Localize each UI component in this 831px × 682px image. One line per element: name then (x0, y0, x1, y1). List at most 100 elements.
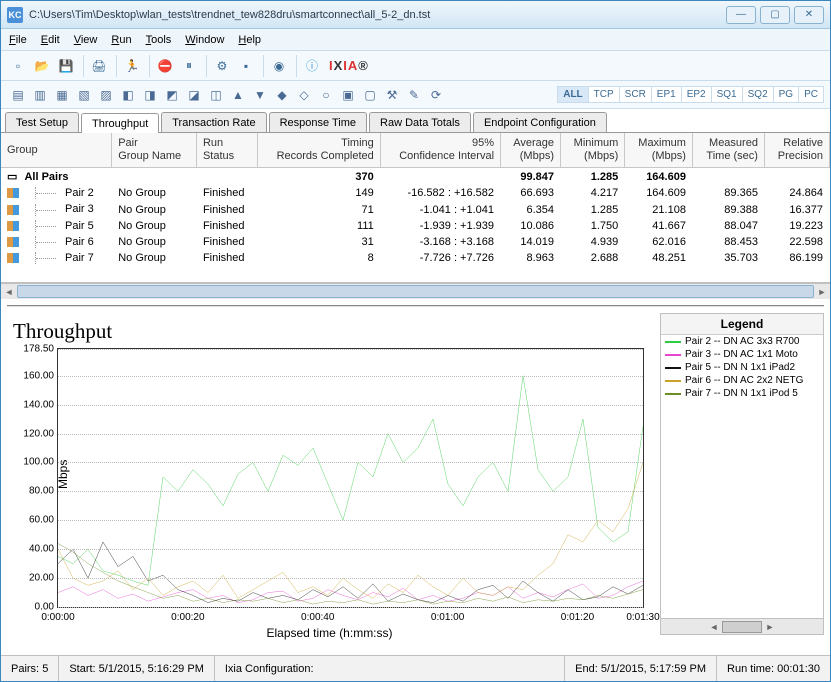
filter-sq1[interactable]: SQ1 (712, 86, 743, 103)
legend-item[interactable]: Pair 6 -- DN AC 2x2 NETG (661, 374, 823, 387)
t2-icon-15[interactable]: ○ (315, 84, 337, 106)
col-header[interactable]: TimingRecords Completed (257, 133, 380, 168)
stopsmall-icon[interactable]: ▪ (235, 55, 257, 77)
t2-icon-19[interactable]: ✎ (403, 84, 425, 106)
x-tick: 0:00:00 (41, 612, 74, 623)
y-tick: 160.00 (14, 370, 54, 381)
close-button[interactable]: ✕ (794, 6, 824, 24)
t2-icon-3[interactable]: ▦ (51, 84, 73, 106)
legend-item[interactable]: Pair 5 -- DN N 1x1 iPad2 (661, 361, 823, 374)
tab-raw-data-totals[interactable]: Raw Data Totals (369, 112, 471, 132)
filter-ep1[interactable]: EP1 (652, 86, 682, 103)
col-header[interactable]: MeasuredTime (sec) (692, 133, 764, 168)
t2-icon-4[interactable]: ▧ (73, 84, 95, 106)
t2-icon-14[interactable]: ◇ (293, 84, 315, 106)
t2-icon-10[interactable]: ◫ (205, 84, 227, 106)
tab-throughput[interactable]: Throughput (81, 113, 159, 133)
menu-help[interactable]: Help (238, 34, 261, 46)
legend-item[interactable]: Pair 3 -- DN AC 1x1 Moto (661, 348, 823, 361)
filter-ep2[interactable]: EP2 (682, 86, 712, 103)
x-tick: 0:00:20 (171, 612, 204, 623)
window-title: C:\Users\Tim\Desktop\wlan_tests\trendnet… (29, 9, 726, 21)
save-icon[interactable]: 💾 (55, 55, 77, 77)
toolbar-primary: ▫ 📂 💾 🖨 🏃 ⛔ ⏸ ⚙ ▪ ◉ ⓘ IXIA® (1, 51, 830, 81)
tab-response-time[interactable]: Response Time (269, 112, 367, 132)
tab-transaction-rate[interactable]: Transaction Rate (161, 112, 266, 132)
chart-canvas[interactable]: Mbps 0.0020.0040.0060.0080.00100.00120.0… (57, 348, 644, 608)
brand-logo: IXIA® (329, 58, 369, 73)
table-row[interactable]: Pair 5No GroupFinished111-1.939 : +1.939… (1, 218, 830, 234)
maximize-button[interactable]: ▢ (760, 6, 790, 24)
stop-icon[interactable]: ⛔ (154, 55, 176, 77)
run-icon[interactable]: 🏃 (121, 55, 143, 77)
filter-pc[interactable]: PC (799, 86, 824, 103)
legend-item[interactable]: Pair 2 -- DN AC 3x3 R700 (661, 335, 823, 348)
t2-icon-17[interactable]: ▢ (359, 84, 381, 106)
menu-edit[interactable]: Edit (41, 34, 60, 46)
x-tick: 0:00:40 (301, 612, 334, 623)
info-icon[interactable]: ⓘ (301, 55, 323, 77)
y-tick: 60.00 (14, 515, 54, 526)
filter-all[interactable]: ALL (557, 86, 588, 103)
t2-icon-11[interactable]: ▲ (227, 84, 249, 106)
t2-icon-5[interactable]: ▨ (95, 84, 117, 106)
table-row[interactable]: Pair 6No GroupFinished31-3.168 : +3.1681… (1, 234, 830, 250)
t2-icon-2[interactable]: ▥ (29, 84, 51, 106)
tab-endpoint-configuration[interactable]: Endpoint Configuration (473, 112, 607, 132)
col-header[interactable]: PairGroup Name (112, 133, 197, 168)
app-icon: KC (7, 7, 23, 23)
col-header[interactable]: RunStatus (196, 133, 257, 168)
filter-scr[interactable]: SCR (620, 86, 652, 103)
print-icon[interactable]: 🖨 (88, 55, 110, 77)
t2-icon-13[interactable]: ◆ (271, 84, 293, 106)
t2-icon-20[interactable]: ⟳ (425, 84, 447, 106)
chart-area: Throughput Mbps 0.0020.0040.0060.0080.00… (7, 313, 656, 635)
t2-icon-12[interactable]: ▼ (249, 84, 271, 106)
filter-pg[interactable]: PG (774, 86, 799, 103)
t2-icon-16[interactable]: ▣ (337, 84, 359, 106)
menu-window[interactable]: Window (185, 34, 224, 46)
status-start: Start: 5/1/2015, 5:16:29 PM (59, 656, 215, 681)
col-header[interactable]: 95%Confidence Interval (380, 133, 500, 168)
legend-scrollbar[interactable]: ◄► (661, 618, 823, 634)
legend-panel: Legend Pair 2 -- DN AC 3x3 R700Pair 3 --… (660, 313, 824, 635)
col-header[interactable]: Group (1, 133, 112, 168)
menu-tools[interactable]: Tools (146, 34, 172, 46)
table-scrollbar[interactable]: ◄► (1, 283, 830, 299)
status-pairs: Pairs: 5 (1, 656, 59, 681)
filter-strip: ALLTCPSCREP1EP2SQ1SQ2PGPC (557, 86, 824, 103)
title-bar: KC C:\Users\Tim\Desktop\wlan_tests\trend… (1, 1, 830, 29)
filter-sq2[interactable]: SQ2 (743, 86, 774, 103)
t2-icon-8[interactable]: ◩ (161, 84, 183, 106)
y-tick: 40.00 (14, 544, 54, 555)
legend-item[interactable]: Pair 7 -- DN N 1x1 iPod 5 (661, 387, 823, 400)
new-icon[interactable]: ▫ (7, 55, 29, 77)
filter-tcp[interactable]: TCP (589, 86, 620, 103)
col-header[interactable]: RelativePrecision (764, 133, 829, 168)
col-header[interactable]: Maximum(Mbps) (625, 133, 693, 168)
col-header[interactable]: Average(Mbps) (501, 133, 561, 168)
table-row[interactable]: Pair 3No GroupFinished71-1.041 : +1.0416… (1, 201, 830, 217)
table-row[interactable]: Pair 7No GroupFinished8-7.726 : +7.7268.… (1, 250, 830, 266)
t2-icon-7[interactable]: ◨ (139, 84, 161, 106)
menu-run[interactable]: Run (111, 34, 131, 46)
open-icon[interactable]: 📂 (31, 55, 53, 77)
tab-test-setup[interactable]: Test Setup (5, 112, 79, 132)
menu-view[interactable]: View (74, 34, 98, 46)
t2-icon-18[interactable]: ⚒ (381, 84, 403, 106)
minimize-button[interactable]: — (726, 6, 756, 24)
legend-header: Legend (661, 314, 823, 335)
t2-icon-6[interactable]: ◧ (117, 84, 139, 106)
y-tick: 0.00 (14, 602, 54, 613)
settings-icon[interactable]: ⚙ (211, 55, 233, 77)
status-end: End: 5/1/2015, 5:17:59 PM (565, 656, 717, 681)
t2-icon-9[interactable]: ◪ (183, 84, 205, 106)
status-runtime: Run time: 00:01:30 (717, 656, 830, 681)
pause-icon[interactable]: ⏸ (178, 55, 200, 77)
table-row[interactable]: Pair 2No GroupFinished149-16.582 : +16.5… (1, 185, 830, 201)
menu-file[interactable]: File (9, 34, 27, 46)
t2-icon-1[interactable]: ▤ (7, 84, 29, 106)
col-header[interactable]: Minimum(Mbps) (561, 133, 625, 168)
misc-icon[interactable]: ◉ (268, 55, 290, 77)
all-pairs-row[interactable]: ▭ All Pairs (1, 168, 257, 186)
